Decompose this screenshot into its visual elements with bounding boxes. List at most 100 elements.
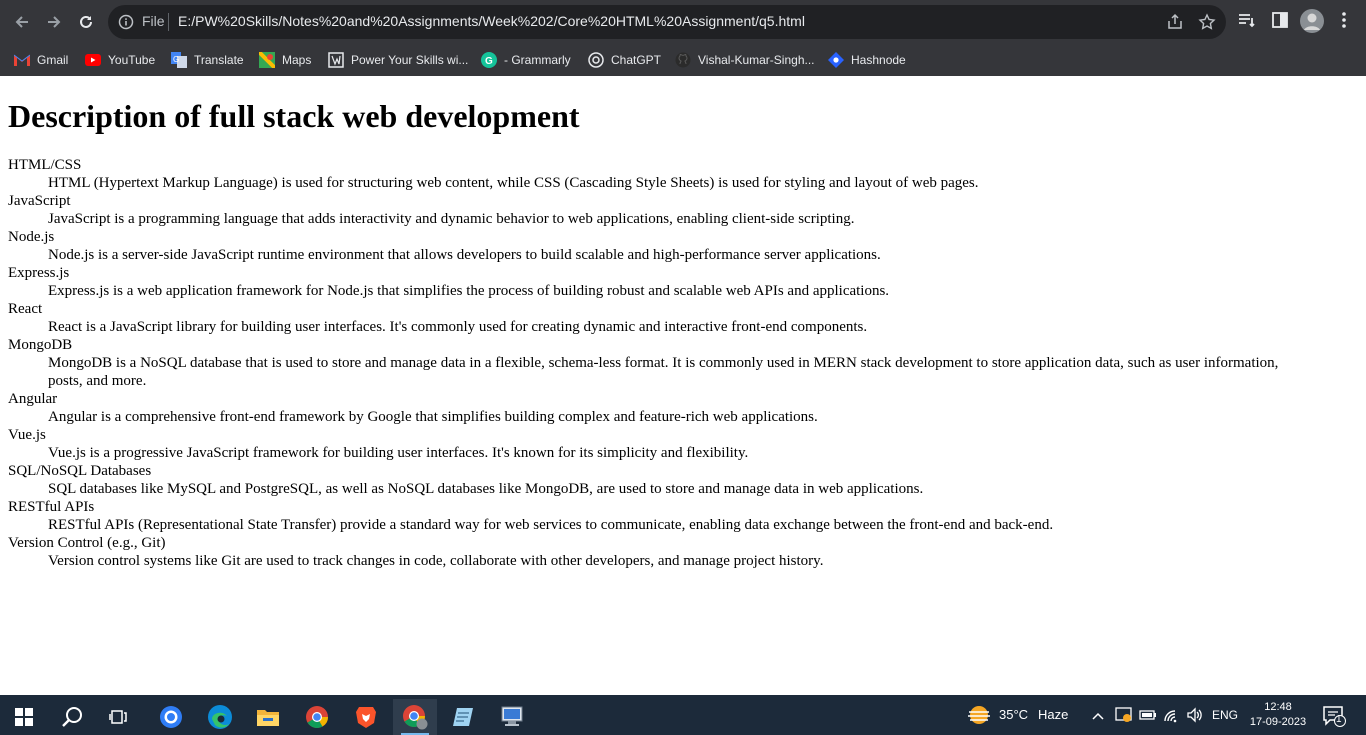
- clock-time: 12:48: [1264, 701, 1292, 713]
- taskbar-remote-desktop[interactable]: [490, 699, 534, 735]
- svg-text:G: G: [173, 55, 179, 64]
- bookmark-chatgpt[interactable]: ChatGPT: [588, 50, 661, 70]
- term: Express.js: [8, 265, 70, 281]
- hashnode-icon: [828, 52, 844, 68]
- info-icon[interactable]: [118, 14, 134, 35]
- term-description: MongoDB is a NoSQL database that is used…: [48, 355, 1279, 389]
- weather-icon[interactable]: [966, 704, 992, 731]
- term: Node.js: [8, 229, 55, 245]
- app-circle-icon: [160, 706, 182, 728]
- bookmark-label: Vishal-Kumar-Singh...: [698, 53, 815, 67]
- clock[interactable]: 12:48 17-09-2023: [1248, 700, 1308, 730]
- bookmark-maps[interactable]: Maps: [259, 50, 311, 70]
- battery-icon[interactable]: [1139, 708, 1157, 727]
- taskbar-app-circle[interactable]: [149, 699, 193, 735]
- term-description: Node.js is a server-side JavaScript runt…: [48, 247, 881, 263]
- volume-icon[interactable]: [1186, 707, 1204, 728]
- omnibox-divider: [168, 13, 169, 31]
- side-panel-icon[interactable]: [1270, 10, 1290, 35]
- bookmark-hashnode[interactable]: Hashnode: [828, 50, 906, 70]
- description-list: HTML/CSS HTML (Hypertext Markup Language)…: [8, 156, 1298, 570]
- term: MongoDB: [8, 337, 73, 353]
- bookmark-label: Gmail: [37, 53, 69, 67]
- term: HTML/CSS: [8, 157, 82, 173]
- chrome-icon: [306, 706, 328, 728]
- term-description: Vue.js is a progressive JavaScript frame…: [48, 445, 749, 461]
- taskbar-chrome[interactable]: [295, 699, 339, 735]
- bookmark-translate[interactable]: G Translate: [171, 50, 244, 70]
- youtube-icon: [85, 52, 101, 68]
- term: JavaScript: [8, 193, 71, 209]
- brave-icon: [356, 707, 376, 728]
- term-description: Express.js is a web application framewor…: [48, 283, 890, 299]
- remote-desktop-icon: [501, 706, 523, 726]
- bookmark-pw-skills[interactable]: Power Your Skills wi...: [328, 50, 468, 70]
- chevron-up-icon[interactable]: [1091, 708, 1105, 726]
- term: Vue.js: [8, 427, 46, 443]
- taskbar-notepad[interactable]: [441, 699, 485, 735]
- weather-temperature[interactable]: 35°C: [999, 707, 1028, 722]
- wifi-icon[interactable]: [1163, 707, 1181, 728]
- url-text[interactable]: E:/PW%20Skills/Notes%20and%20Assignments…: [178, 13, 805, 29]
- bookmark-grammarly[interactable]: G - Grammarly: [481, 50, 571, 70]
- search-button[interactable]: [50, 699, 94, 735]
- notification-center-icon[interactable]: [1322, 705, 1346, 732]
- bookmark-label: Maps: [282, 53, 312, 67]
- profile-avatar[interactable]: [1300, 9, 1324, 38]
- term: SQL/NoSQL Databases: [8, 463, 152, 479]
- omnibox-label: File: [142, 13, 165, 29]
- reload-button[interactable]: [72, 8, 100, 36]
- task-view-button[interactable]: [97, 699, 141, 735]
- back-button[interactable]: [8, 8, 36, 36]
- term: RESTful APIs: [8, 499, 95, 515]
- taskbar-edge[interactable]: [198, 699, 242, 735]
- translate-icon: G: [171, 52, 187, 68]
- bookmarks-bar: Gmail YouTube G Translate Maps Power You…: [0, 44, 1366, 77]
- page-title: Description of full stack web developmen…: [8, 98, 580, 134]
- battery-saver-icon[interactable]: [1115, 707, 1133, 728]
- menu-kebab-icon[interactable]: [1336, 10, 1352, 35]
- taskbar-chrome-profile[interactable]: [393, 699, 437, 735]
- notepad-icon: [453, 708, 473, 726]
- back-arrow-icon: [15, 16, 28, 28]
- browser-toolbar: File E:/PW%20Skills/Notes%20and%20Assign…: [0, 0, 1366, 44]
- address-bar[interactable]: File E:/PW%20Skills/Notes%20and%20Assign…: [108, 5, 1226, 39]
- weather-condition[interactable]: Haze: [1038, 707, 1068, 722]
- forward-arrow-icon: [48, 16, 61, 28]
- share-icon[interactable]: [1166, 13, 1184, 36]
- bookmark-label: YouTube: [108, 53, 156, 67]
- language-indicator[interactable]: ENG: [1212, 708, 1238, 722]
- taskbar-brave[interactable]: [344, 699, 388, 735]
- windows-taskbar: 35°C Haze ENG 12:48 17-09-2023 1: [0, 695, 1366, 735]
- pw-skills-icon: [328, 52, 344, 68]
- chrome-profile-icon: [403, 705, 428, 730]
- bookmark-label: Translate: [194, 53, 244, 67]
- term: React: [8, 301, 43, 317]
- github-icon: [675, 52, 691, 68]
- page-content: Description of full stack web developmen…: [0, 76, 1366, 695]
- svg-text:G: G: [485, 56, 493, 67]
- term-description: Angular is a comprehensive front-end fra…: [48, 409, 818, 425]
- bookmark-github[interactable]: Vishal-Kumar-Singh...: [675, 50, 815, 70]
- term-description: React is a JavaScript library for buildi…: [48, 319, 868, 335]
- forward-button[interactable]: [40, 8, 68, 36]
- start-button[interactable]: [2, 699, 46, 735]
- bookmark-label: - Grammarly: [504, 53, 571, 67]
- taskbar-file-explorer[interactable]: [246, 699, 290, 735]
- bookmark-label: Hashnode: [851, 53, 906, 67]
- bookmark-youtube[interactable]: YouTube: [85, 50, 155, 70]
- bookmark-label: Power Your Skills wi...: [351, 53, 469, 67]
- edge-icon: [208, 705, 232, 729]
- bookmark-label: ChatGPT: [611, 53, 662, 67]
- maps-icon: [259, 52, 275, 68]
- term-description: Version control systems like Git are use…: [48, 553, 824, 569]
- reading-list-icon[interactable]: [1237, 10, 1257, 35]
- bookmark-star-icon[interactable]: [1198, 13, 1216, 36]
- gmail-icon: [14, 52, 30, 68]
- bookmark-gmail[interactable]: Gmail: [14, 50, 68, 70]
- grammarly-icon: G: [481, 52, 497, 68]
- term-description: RESTful APIs (Representational State Tra…: [48, 517, 1054, 533]
- file-explorer-icon: [257, 710, 279, 726]
- notification-count: 1: [1336, 714, 1342, 725]
- term: Version Control (e.g., Git): [8, 535, 166, 551]
